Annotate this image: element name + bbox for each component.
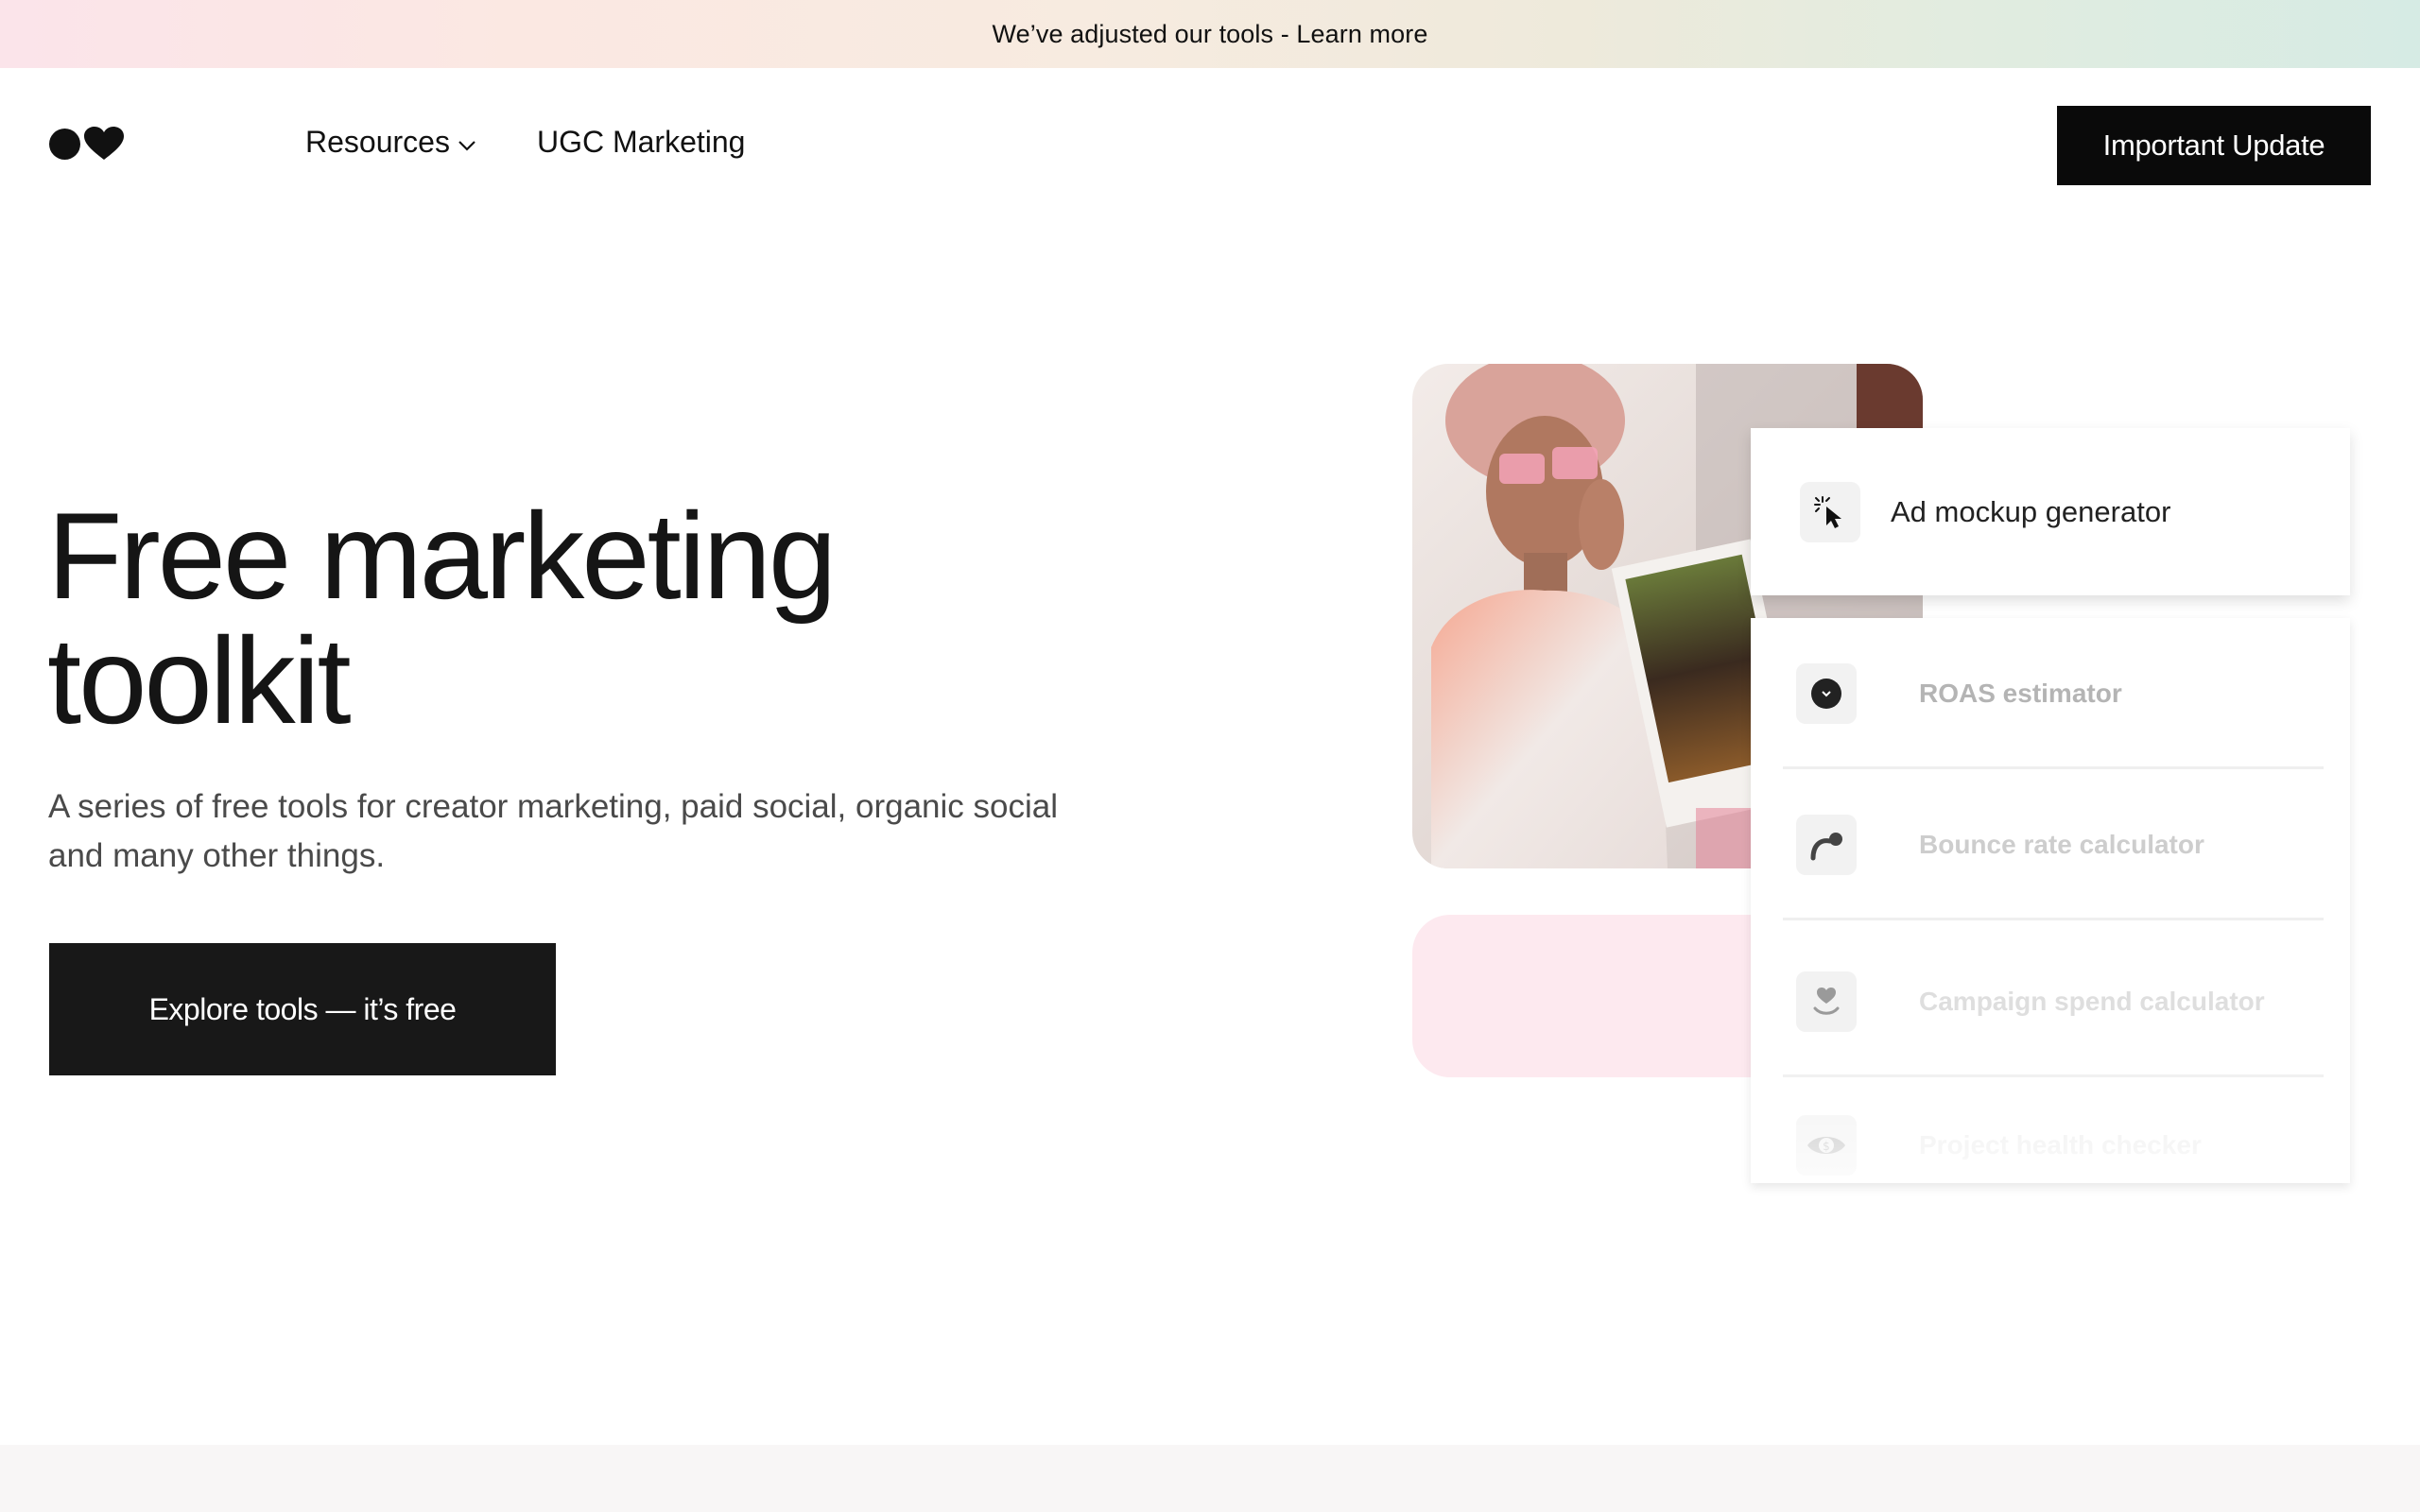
tool-project-health-checker[interactable]: $ Project health checker (1783, 1070, 2324, 1183)
tool-campaign-spend-calculator[interactable]: Campaign spend calculator (1783, 926, 2324, 1077)
important-update-button[interactable]: Important Update (2057, 106, 2371, 185)
tool-ad-mockup-generator-label: Ad mockup generator (1891, 494, 2171, 528)
announcement-banner: We’ve adjusted our tools - Learn more (0, 0, 2420, 68)
hero-title: Free marketing toolkit (47, 487, 837, 749)
logo-dot-icon (49, 128, 80, 160)
tool-roas-estimator[interactable]: ROAS estimator (1783, 618, 2324, 769)
bounce-arc-icon (1796, 815, 1857, 875)
tool-campaign-spend-calculator-label: Campaign spend calculator (1919, 987, 2265, 1016)
svg-text:$: $ (1823, 1140, 1830, 1153)
site-header: Resources UGC Marketing Important Update (0, 68, 2420, 223)
nav-ugc-marketing-label: UGC Marketing (536, 125, 746, 159)
eye-dollar-icon: $ (1796, 1115, 1857, 1176)
nav-resources-label: Resources (305, 125, 450, 159)
logo-heart-icon (84, 127, 124, 160)
main-nav: Resources UGC Marketing (305, 125, 745, 160)
heart-smile-icon (1796, 971, 1857, 1032)
nav-ugc-marketing[interactable]: UGC Marketing (537, 125, 746, 160)
banner-learn-more-link[interactable]: We’ve adjusted our tools - Learn more (993, 20, 1428, 49)
explore-tools-button[interactable]: Explore tools — it’s free (49, 943, 556, 1075)
tool-bounce-rate-calculator-label: Bounce rate calculator (1919, 830, 2204, 859)
tool-bounce-rate-calculator[interactable]: Bounce rate calculator (1783, 769, 2324, 920)
brand-logo[interactable] (49, 127, 125, 161)
next-section-strip (0, 1445, 2420, 1512)
chevron-down-icon (458, 140, 475, 151)
tool-ad-mockup-generator[interactable]: Ad mockup generator (1751, 428, 2350, 595)
clock-face-icon (1796, 663, 1857, 724)
hero-subtitle: A series of free tools for creator marke… (48, 788, 1058, 874)
tools-list-panel: ROAS estimator Bounce rate calculator Ca… (1751, 618, 2350, 1183)
tool-project-health-checker-label: Project health checker (1919, 1130, 2202, 1160)
tool-roas-estimator-label: ROAS estimator (1919, 679, 2122, 708)
divider (1783, 918, 2324, 920)
nav-resources[interactable]: Resources (305, 125, 476, 160)
cursor-click-icon (1800, 481, 1860, 542)
